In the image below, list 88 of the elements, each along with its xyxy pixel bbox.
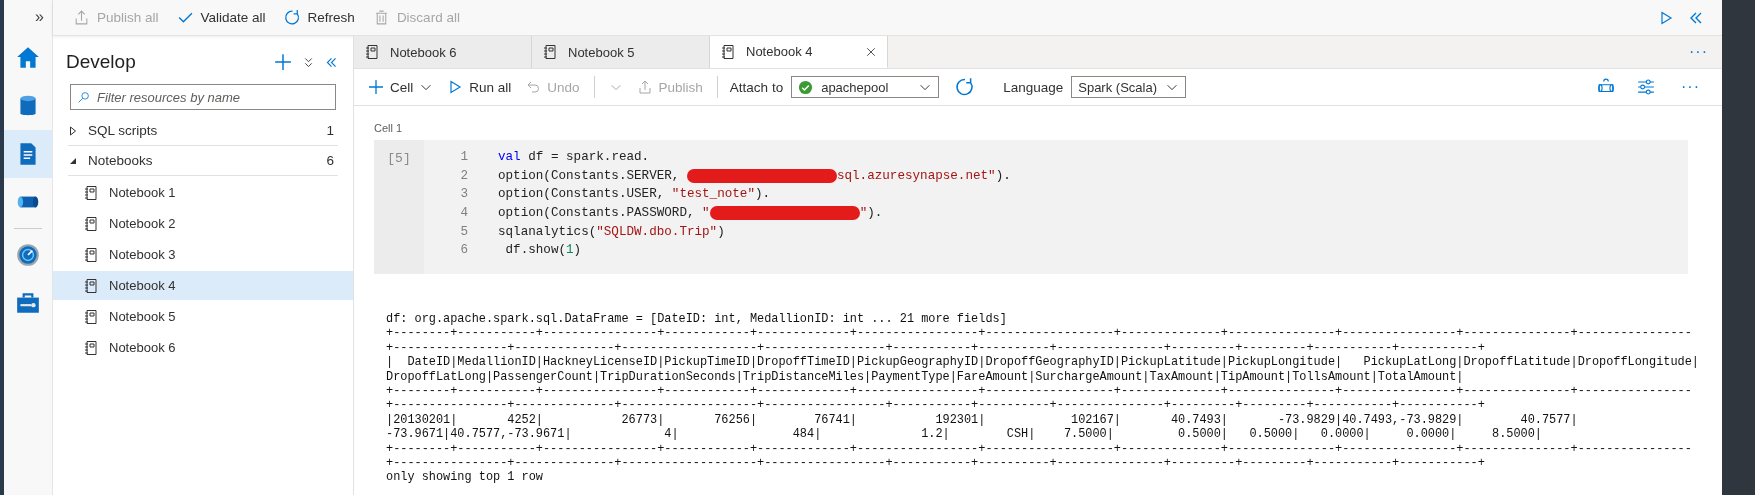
item-label: Notebook 4: [109, 278, 176, 293]
tab-label: Notebook 5: [568, 44, 636, 60]
tab-label: Notebook 6: [390, 44, 458, 60]
notebook-icon: [83, 246, 99, 263]
output-line: +--------+-----------+----------------+------------+-------------+-----------------+------------------+--------------+---------------+----------------+---------------+----------------: [386, 384, 1693, 399]
line-number: 4: [459, 206, 469, 221]
plus-icon: [274, 53, 292, 71]
refresh-button[interactable]: Refresh: [277, 5, 361, 30]
item-label: Notebook 2: [109, 216, 176, 231]
double-chevron-down-icon: [302, 55, 315, 69]
output-line: +----------------+--------------+-------------------+-----------------+-----------+----------+---------------+---------+---------+-----------+-----------+: [386, 456, 1486, 471]
search-icon: [77, 91, 90, 104]
play-icon: [1658, 9, 1674, 26]
upload-icon: [73, 9, 90, 26]
sliders-icon: [1637, 78, 1655, 96]
panel-title: Develop: [66, 51, 137, 73]
line-number: 3: [459, 187, 469, 202]
output-line: +----------------+--------------+-------------------+-----------------+-----------+----------+---------------+---------+---------+-----------+-----------+: [386, 340, 1486, 356]
code-line: option(Constants.PASSWORD, " ").: [498, 205, 883, 221]
tree-item[interactable]: Notebook 6: [53, 333, 353, 362]
cell-label: Cell 1: [374, 122, 404, 134]
notebook-icon: [720, 43, 736, 60]
tab[interactable]: Notebook 4: [710, 36, 888, 68]
output-line: |20130201| 4252| 26773| 76256| 76741| 192301| 102167| 40.7493| -73.9829|40.7493,-73.9829| 40.7577|: [386, 412, 1579, 428]
execution-count: [5]: [374, 140, 424, 274]
output-line: | DateID|MedallionID|HackneyLicenseID|PickupTimeID|DropoffTimeID|PickupGeographyID|DropoffGeographyID|PickupLatitude|PickupLongitude| PickupLatLong|DropoffLatitude|DropoffLongitude|: [386, 355, 1694, 370]
code-line: option(Constants.SERVER, sql.azuresynapse.net").: [498, 168, 1011, 184]
tree-item[interactable]: Notebook 2: [53, 209, 353, 238]
tree-item[interactable]: Notebook 4: [53, 271, 353, 300]
output-line: DropoffLatLong|PassengerCount|TripDurationSeconds|TripDistanceMiles|PaymentType|FareAmount|SurchargeAmount|TaxAmount|TipAmount|TollsAmount|TotalAmount|: [386, 369, 1465, 385]
tab[interactable]: Notebook 6: [354, 36, 532, 68]
tree-item[interactable]: Notebook 1: [53, 178, 353, 207]
refresh-icon: [283, 9, 301, 26]
notebook-icon: [83, 308, 99, 325]
run-button[interactable]: Run all: [441, 75, 518, 99]
code-line: df.show(1): [504, 243, 582, 258]
notebook-icon: [364, 44, 380, 60]
line-number: 6: [459, 243, 469, 258]
notebook-icon: [83, 339, 99, 356]
output-line: -73.9671|40.7577,-73.9671| 4| 484| 1.2| CSH| 7.5000| 0.5000| 0.5000| 0.0000| 0.0000| 8.5000|: [386, 427, 1543, 442]
search-field[interactable]: Filter resources by name: [70, 84, 336, 110]
double-chevron-left-icon: [325, 55, 338, 69]
home-icon: [15, 45, 41, 71]
refresh-icon: [955, 77, 976, 97]
item-label: Notebook 6: [109, 340, 176, 355]
collapsed-triangle-icon[interactable]: [68, 125, 78, 136]
close-icon: [865, 45, 877, 58]
line-number: 2: [459, 168, 469, 183]
undo-icon: [525, 79, 542, 95]
notebook-icon: [83, 184, 99, 201]
notebook-icon: [542, 44, 558, 60]
notebook-icon: [83, 277, 99, 294]
item-label: Notebook 5: [109, 309, 176, 324]
tab-label: Notebook 4: [746, 44, 814, 59]
item-count: 6: [326, 153, 335, 168]
output-line: df: org.apache.spark.sql.DataFrame = [DateID: int, MedallionID: int ... 21 more fields]: [386, 312, 1008, 327]
line-number: 5: [459, 224, 469, 239]
output-line: +--------+-----------+----------------+------------+-------------+-----------------+------------------+--------------+---------------+----------------+---------------+----------------: [386, 326, 1693, 341]
tab[interactable]: Notebook 5: [532, 36, 710, 68]
item-label: Notebook 1: [109, 185, 176, 200]
tree-item[interactable]: Notebook 5: [53, 302, 353, 331]
field-label: Attach to: [729, 79, 784, 95]
pool-dropdown[interactable]: apachepool: [791, 76, 940, 98]
add-button[interactable]: Cell: [362, 75, 440, 99]
upload-icon: [636, 79, 653, 95]
nav-button[interactable]: [4, 130, 52, 178]
notebook-icon: [83, 215, 99, 232]
gauge-icon: [15, 242, 41, 268]
code-line: val df = spark.read.: [498, 150, 650, 165]
tree-item[interactable]: Notebook 3: [53, 240, 353, 269]
language-dropdown[interactable]: Spark (Scala): [1071, 76, 1186, 98]
item-count: 1: [326, 123, 335, 138]
line-number: 1: [459, 150, 469, 165]
more-button[interactable]: ···: [1675, 36, 1722, 68]
folder-label: SQL scripts: [88, 123, 159, 138]
expand-button[interactable]: »: [4, 0, 52, 34]
folder-label: Notebooks: [88, 153, 154, 168]
code-line: option(Constants.USER, "test_note").: [498, 187, 771, 202]
output-line: +--------+-----------+----------------+------------+-------------+-----------------+------------------+--------------+---------------+----------------+---------------+----------------: [386, 441, 1693, 457]
output-line: only showing top 1 row: [386, 470, 544, 485]
toolbox-icon: [15, 290, 41, 316]
output-line: +----------------+--------------+-------------------+-----------------+-----------+----------+---------------+---------+---------+-----------+-----------+: [386, 398, 1486, 413]
item-label: Notebook 3: [109, 247, 176, 262]
code-line: sqlanalytics("SQLDW.dbo.Trip"): [498, 224, 725, 239]
validate-button[interactable]: Validate all: [170, 5, 272, 30]
more-button[interactable]: ···: [1667, 78, 1714, 96]
plus-icon: [368, 79, 384, 95]
field-label: Language: [1003, 79, 1064, 95]
